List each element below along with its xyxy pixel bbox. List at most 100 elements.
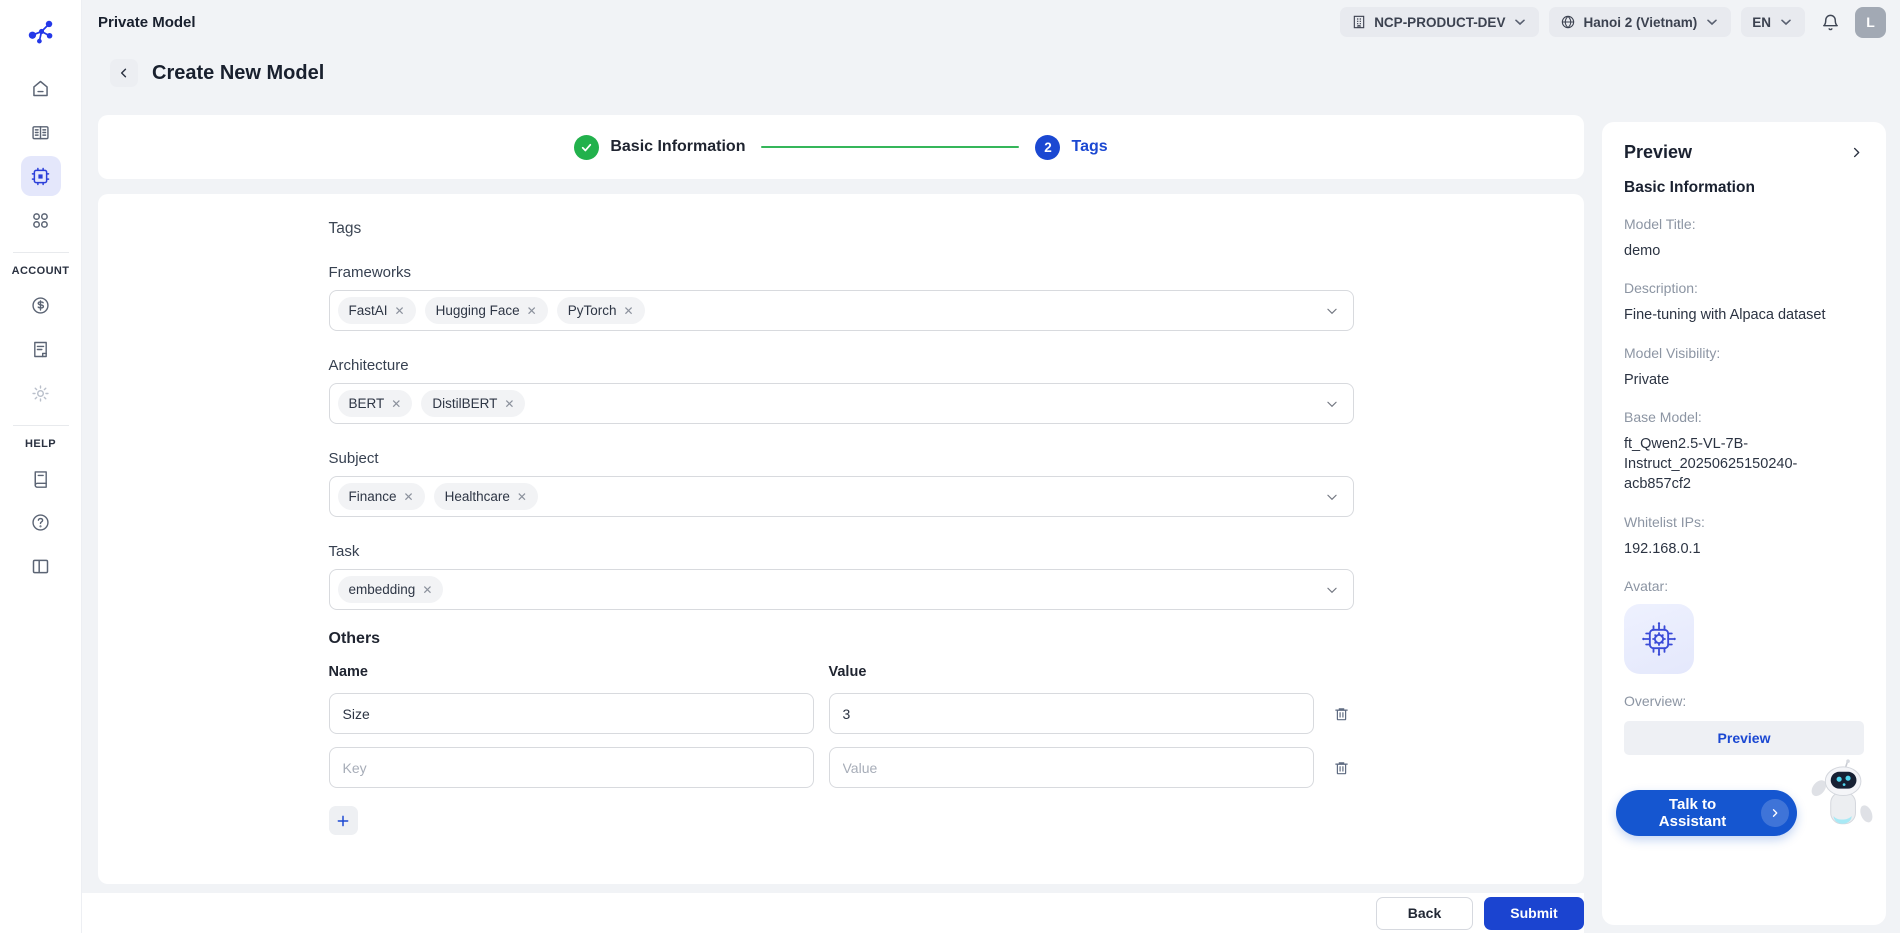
chip-label: PyTorch xyxy=(568,303,617,318)
chevron-right-icon xyxy=(1849,145,1864,160)
subject-chips: Finance ✕ Healthcare✕ xyxy=(338,483,1325,510)
app-logo-icon[interactable] xyxy=(23,14,59,50)
sidebar-item-home[interactable] xyxy=(21,68,61,108)
language-selector-label: EN xyxy=(1752,15,1771,30)
chip-embedding: embedding ✕ xyxy=(338,576,444,603)
task-chips: embedding ✕ xyxy=(338,576,1325,603)
chip-pytorch: PyTorch ✕ xyxy=(557,297,645,324)
talk-to-assistant-button[interactable]: Talk to Assistant xyxy=(1616,790,1797,836)
sidebar-item-invoices[interactable] xyxy=(21,329,61,369)
value-column-header: Value xyxy=(829,664,1314,680)
task-multiselect[interactable]: embedding ✕ xyxy=(329,569,1354,610)
model-avatar-image xyxy=(1624,604,1694,674)
org-selector[interactable]: NCP-PRODUCT-DEV xyxy=(1340,7,1539,37)
remove-chip-icon[interactable]: ✕ xyxy=(391,398,401,410)
architecture-multiselect[interactable]: BERT ✕ DistilBERT✕ xyxy=(329,383,1354,424)
chip-label: FastAI xyxy=(349,303,388,318)
sidebar-item-dashboard[interactable] xyxy=(21,112,61,152)
chip-healthcare: Healthcare✕ xyxy=(434,483,538,510)
step-basic-information[interactable]: Basic Information xyxy=(574,135,745,160)
remove-chip-icon[interactable]: ✕ xyxy=(504,398,514,410)
home-icon xyxy=(30,78,51,99)
back-nav-button[interactable] xyxy=(110,59,138,87)
trash-icon xyxy=(1333,759,1350,777)
sidebar-section-account: ACCOUNT xyxy=(12,265,70,277)
sidebar-item-settings[interactable] xyxy=(21,373,61,413)
frameworks-multiselect[interactable]: FastAI ✕ Hugging Face✕ PyTorch ✕ xyxy=(329,290,1354,331)
remove-chip-icon[interactable]: ✕ xyxy=(517,491,527,503)
region-selector[interactable]: Hanoi 2 (Vietnam) xyxy=(1549,7,1731,37)
gear-icon xyxy=(30,383,51,404)
other-name-input[interactable] xyxy=(329,693,814,734)
preview-section-title: Basic Information xyxy=(1624,179,1864,197)
building-icon xyxy=(1351,14,1367,30)
chip-finance: Finance ✕ xyxy=(338,483,425,510)
architecture-label: Architecture xyxy=(329,357,1354,374)
others-table-headers: Name Value xyxy=(329,664,1354,680)
remove-chip-icon[interactable]: ✕ xyxy=(395,305,405,317)
dollar-circle-icon xyxy=(30,295,51,316)
globe-icon xyxy=(1560,14,1576,30)
remove-chip-icon[interactable]: ✕ xyxy=(527,305,537,317)
sidebar-item-billing[interactable] xyxy=(21,285,61,325)
name-column-header: Name xyxy=(329,664,814,680)
sidebar-section-help: HELP xyxy=(25,438,56,450)
left-column: Basic Information 2 Tags Tags Frameworks xyxy=(98,110,1584,933)
org-selector-label: NCP-PRODUCT-DEV xyxy=(1374,15,1505,30)
chip-gear-icon xyxy=(1637,617,1681,661)
form-section-title: Tags xyxy=(329,220,1354,238)
add-row-button[interactable] xyxy=(329,806,358,835)
others-row xyxy=(329,747,1354,788)
chip-hugging-face: Hugging Face✕ xyxy=(425,297,548,324)
invoice-icon xyxy=(30,339,51,360)
assistant-button-label: Talk to Assistant xyxy=(1634,796,1751,830)
sidebar-divider xyxy=(13,425,69,426)
user-avatar[interactable]: L xyxy=(1855,7,1886,38)
chip-label: BERT xyxy=(349,396,385,411)
chip-fastai: FastAI ✕ xyxy=(338,297,416,324)
step-tags[interactable]: 2 Tags xyxy=(1035,135,1107,160)
delete-row-button[interactable] xyxy=(1333,705,1350,723)
chevron-down-icon xyxy=(1325,490,1339,504)
chevron-down-icon xyxy=(1704,14,1720,30)
preview-panel: Preview Basic Information Model Title: d… xyxy=(1602,122,1886,925)
back-button[interactable]: Back xyxy=(1376,897,1473,930)
chip-bert: BERT ✕ xyxy=(338,390,413,417)
delete-row-button[interactable] xyxy=(1333,759,1350,777)
remove-chip-icon[interactable]: ✕ xyxy=(404,491,414,503)
subject-multiselect[interactable]: Finance ✕ Healthcare✕ xyxy=(329,476,1354,517)
sidebar-item-docs[interactable] xyxy=(21,458,61,498)
avatar-label: Avatar: xyxy=(1624,578,1864,594)
bell-icon xyxy=(1821,13,1840,32)
preview-panel-header[interactable]: Preview xyxy=(1624,142,1864,163)
step-completed-check-icon xyxy=(574,135,599,160)
chevron-down-icon xyxy=(1325,583,1339,597)
visibility-value: Private xyxy=(1624,370,1864,390)
stepper: Basic Information 2 Tags xyxy=(574,135,1107,160)
other-value-input[interactable] xyxy=(829,693,1314,734)
plus-icon xyxy=(335,813,351,829)
overview-preview-button[interactable]: Preview xyxy=(1624,721,1864,755)
chip-distilbert: DistilBERT✕ xyxy=(421,390,525,417)
chip-label: Finance xyxy=(349,489,397,504)
submit-button[interactable]: Submit xyxy=(1484,897,1584,930)
remove-chip-icon[interactable]: ✕ xyxy=(422,584,432,596)
layout-panel-icon xyxy=(30,556,51,577)
other-name-input[interactable] xyxy=(329,747,814,788)
remove-chip-icon[interactable]: ✕ xyxy=(623,305,633,317)
language-selector[interactable]: EN xyxy=(1741,7,1805,37)
sidebar: ACCOUNT HELP xyxy=(0,0,82,933)
frameworks-label: Frameworks xyxy=(329,264,1354,281)
notifications-button[interactable] xyxy=(1815,7,1845,37)
book-icon xyxy=(30,468,51,489)
sidebar-divider xyxy=(13,252,69,253)
overview-label: Overview: xyxy=(1624,693,1864,709)
sidebar-item-models[interactable] xyxy=(21,156,61,196)
chevron-down-icon xyxy=(1512,14,1528,30)
sidebar-item-support[interactable] xyxy=(21,502,61,542)
sidebar-item-collapse[interactable] xyxy=(21,546,61,586)
architecture-chips: BERT ✕ DistilBERT✕ xyxy=(338,390,1325,417)
chip-label: embedding xyxy=(349,582,416,597)
other-value-input[interactable] xyxy=(829,747,1314,788)
sidebar-item-apps[interactable] xyxy=(21,200,61,240)
